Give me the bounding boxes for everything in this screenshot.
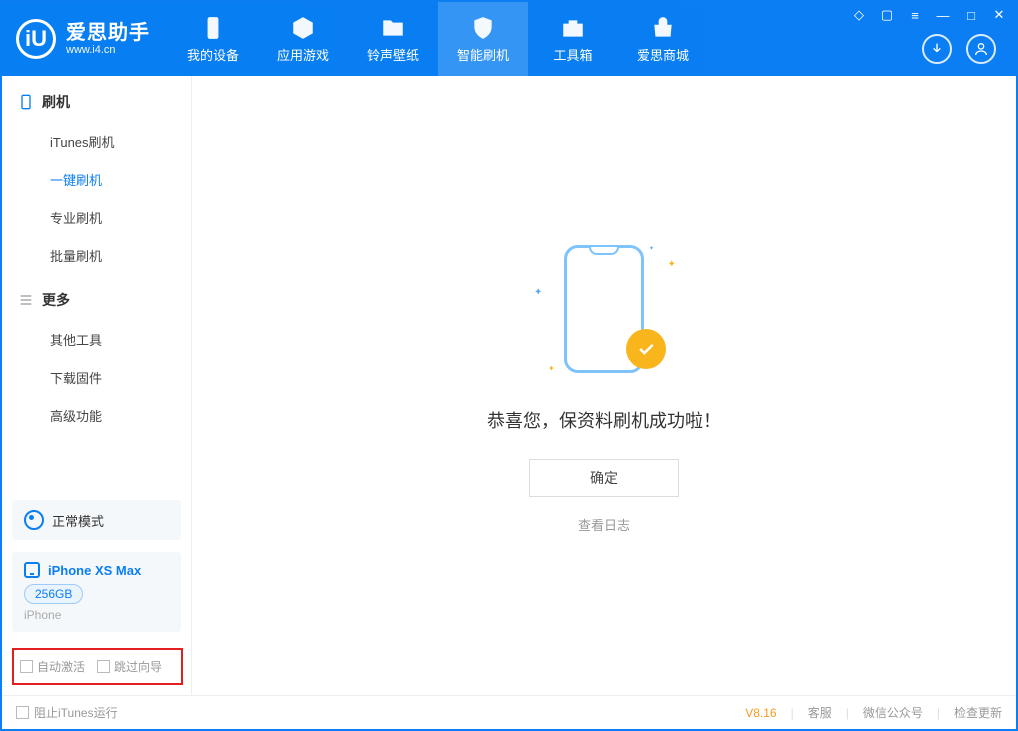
- sidebar-item-advanced[interactable]: 高级功能: [50, 396, 191, 434]
- device-type: iPhone: [24, 608, 169, 622]
- app-subtitle: www.i4.cn: [66, 44, 150, 56]
- cube-icon: [290, 15, 316, 41]
- sidebar-section-label: 更多: [42, 290, 70, 310]
- checkbox-icon: [16, 706, 29, 719]
- sparkle-icon: ✦: [649, 245, 654, 252]
- footer-wechat-link[interactable]: 微信公众号: [863, 704, 923, 721]
- tab-apps-games[interactable]: 应用游戏: [258, 2, 348, 76]
- tab-store[interactable]: 爱思商城: [618, 2, 708, 76]
- sidebar-item-pro-flash[interactable]: 专业刷机: [50, 198, 191, 236]
- sidebar-item-oneclick-flash[interactable]: 一键刷机: [50, 160, 191, 198]
- music-folder-icon: [380, 15, 406, 41]
- app-window: iU 爱思助手 www.i4.cn 我的设备 应用游戏 铃声壁纸 智能刷机: [0, 0, 1018, 731]
- tab-label: 应用游戏: [277, 45, 329, 64]
- checkbox-skip-guide[interactable]: 跳过向导: [97, 658, 162, 675]
- tab-label: 智能刷机: [457, 45, 509, 64]
- header-right-icons: [922, 34, 1016, 64]
- feedback-icon[interactable]: ▢: [878, 6, 896, 24]
- device-card[interactable]: iPhone XS Max 256GB iPhone: [12, 552, 181, 632]
- success-block: ✦ ✦ ✦ ✦ 恭喜您，保资料刷机成功啦！ 确定 查看日志: [487, 237, 721, 534]
- body: 刷机 iTunes刷机 一键刷机 专业刷机 批量刷机 更多 其他工具 下载固件 …: [2, 76, 1016, 695]
- sidebar: 刷机 iTunes刷机 一键刷机 专业刷机 批量刷机 更多 其他工具 下载固件 …: [2, 76, 192, 695]
- checkbox-icon: [97, 660, 110, 673]
- device-name: iPhone XS Max: [48, 563, 141, 578]
- sparkle-icon: ✦: [534, 287, 542, 298]
- sparkle-icon: ✦: [548, 364, 555, 373]
- checkbox-icon: [20, 660, 33, 673]
- store-icon: [650, 15, 676, 41]
- check-badge-icon: [626, 329, 666, 369]
- shield-refresh-icon: [470, 15, 496, 41]
- device-mode-card[interactable]: 正常模式: [12, 500, 181, 540]
- user-icon[interactable]: [966, 34, 996, 64]
- tab-label: 爱思商城: [637, 45, 689, 64]
- sidebar-item-batch-flash[interactable]: 批量刷机: [50, 236, 191, 274]
- footer-support-link[interactable]: 客服: [808, 704, 832, 721]
- minimize-button[interactable]: —: [934, 6, 952, 24]
- tab-label: 工具箱: [553, 45, 592, 64]
- sidebar-section-flash: 刷机: [2, 76, 191, 122]
- mode-icon: [24, 510, 44, 530]
- maximize-button[interactable]: □: [962, 6, 980, 24]
- flash-options-box: 自动激活 跳过向导: [12, 648, 183, 685]
- sidebar-section-more: 更多: [2, 274, 191, 320]
- tab-label: 铃声壁纸: [367, 45, 419, 64]
- menu-icon[interactable]: ≡: [906, 6, 924, 24]
- checkbox-auto-activate[interactable]: 自动激活: [20, 658, 85, 675]
- header: iU 爱思助手 www.i4.cn 我的设备 应用游戏 铃声壁纸 智能刷机: [2, 2, 1016, 76]
- sidebar-item-download-firmware[interactable]: 下载固件: [50, 358, 191, 396]
- download-icon[interactable]: [922, 34, 952, 64]
- device-storage: 256GB: [24, 584, 83, 604]
- ok-button[interactable]: 确定: [529, 459, 679, 497]
- list-icon: [18, 292, 34, 308]
- mode-label: 正常模式: [52, 511, 104, 530]
- footer: 阻止iTunes运行 V8.16 | 客服 | 微信公众号 | 检查更新: [2, 695, 1016, 729]
- toolbox-icon: [560, 15, 586, 41]
- skin-icon[interactable]: ◇: [850, 6, 868, 24]
- phone-icon: [24, 562, 40, 578]
- checkbox-block-itunes[interactable]: 阻止iTunes运行: [16, 704, 118, 721]
- sidebar-item-other-tools[interactable]: 其他工具: [50, 320, 191, 358]
- sparkle-icon: ✦: [668, 259, 676, 270]
- version-label: V8.16: [745, 706, 776, 720]
- top-tabs: 我的设备 应用游戏 铃声壁纸 智能刷机 工具箱 爱思商城: [168, 2, 708, 76]
- app-title: 爱思助手: [66, 22, 150, 44]
- tab-toolbox[interactable]: 工具箱: [528, 2, 618, 76]
- logo-block: iU 爱思助手 www.i4.cn: [2, 2, 168, 76]
- close-button[interactable]: ✕: [990, 6, 1008, 24]
- tab-label: 我的设备: [187, 45, 239, 64]
- sidebar-item-itunes-flash[interactable]: iTunes刷机: [50, 122, 191, 160]
- success-message: 恭喜您，保资料刷机成功啦！: [487, 407, 721, 433]
- footer-check-update-link[interactable]: 检查更新: [954, 704, 1002, 721]
- tab-my-device[interactable]: 我的设备: [168, 2, 258, 76]
- success-illustration: ✦ ✦ ✦ ✦: [524, 237, 684, 387]
- sidebar-section-label: 刷机: [42, 92, 70, 112]
- phone-outline-icon: [18, 94, 34, 110]
- device-icon: [200, 15, 226, 41]
- view-log-link[interactable]: 查看日志: [578, 515, 630, 534]
- logo-icon: iU: [16, 19, 56, 59]
- tab-ringtone-wallpaper[interactable]: 铃声壁纸: [348, 2, 438, 76]
- main-content: ✦ ✦ ✦ ✦ 恭喜您，保资料刷机成功啦！ 确定 查看日志: [192, 76, 1016, 695]
- window-controls: ◇ ▢ ≡ — □ ✕: [850, 6, 1008, 24]
- tab-smart-flash[interactable]: 智能刷机: [438, 2, 528, 76]
